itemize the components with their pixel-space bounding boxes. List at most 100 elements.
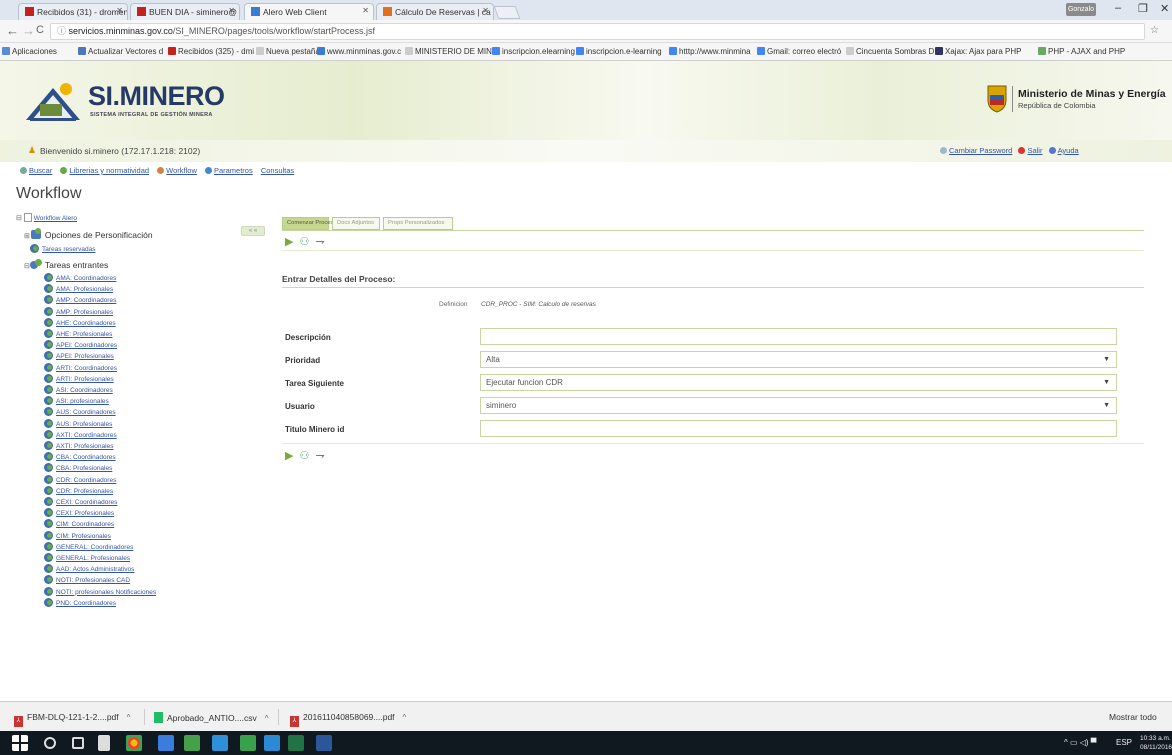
- bookmark-item[interactable]: Cincuenta Sombras D: [846, 47, 934, 56]
- browser-tab-2[interactable]: BUEN DIA - siminero@ ✕: [130, 3, 240, 20]
- task-queue-item[interactable]: GENERAL: Coordinadores: [44, 541, 133, 551]
- task-queue-item[interactable]: AMP: Profesionales: [44, 306, 113, 316]
- task-queue-item[interactable]: ARTI: Profesionales: [44, 373, 114, 383]
- task-queue-item[interactable]: AMP: Coordinadores: [44, 295, 116, 305]
- task-queue-item[interactable]: CBA: Coordinadores: [44, 452, 116, 462]
- start-process-icon[interactable]: ▶: [285, 450, 293, 462]
- app-icon[interactable]: [184, 735, 200, 751]
- bookmark-item[interactable]: Actualizar Vectores d: [78, 47, 163, 56]
- browser-tab-4[interactable]: Cálculo De Reservas | ca ✕: [376, 3, 494, 20]
- task-queue-item[interactable]: AUS: Coordinadores: [44, 407, 116, 417]
- restore-icon[interactable]: ❐: [1138, 2, 1148, 15]
- start-process-icon[interactable]: ▶: [285, 236, 293, 248]
- task-queue-item[interactable]: CEXI: Coordinadores: [44, 497, 117, 506]
- users-icon[interactable]: ⚇: [300, 450, 310, 462]
- filter-icon[interactable]: ⇁: [315, 450, 324, 462]
- download-item[interactable]: ⅄ FBM-DLQ-121-1-2....pdf ^: [14, 712, 130, 727]
- download-item[interactable]: Aprobado_ANTIO....csv ^: [154, 712, 269, 723]
- tray-icons[interactable]: ^ ▭ ◁) ▀: [1064, 738, 1096, 747]
- task-queue-item[interactable]: PND: Coordinadores: [44, 597, 116, 607]
- collapse-panel-button[interactable]: « «: [241, 226, 265, 236]
- tree-options[interactable]: ⊞ Opciones de Personificación: [24, 228, 153, 240]
- tree-reserved[interactable]: Tareas reservadas: [30, 244, 95, 253]
- tab-props-personalizados[interactable]: Props Personalizados: [383, 217, 453, 230]
- task-view-icon[interactable]: [72, 737, 84, 749]
- tab-docs-adjuntos[interactable]: Docs Adjuntos: [332, 217, 380, 230]
- chrome-icon[interactable]: [126, 735, 142, 751]
- bookmark-apps[interactable]: Aplicaciones: [2, 47, 57, 56]
- minimize-icon[interactable]: –: [1115, 2, 1121, 14]
- menu-workflow[interactable]: Workflow: [166, 166, 197, 175]
- menu-parametros[interactable]: Parametros: [214, 166, 253, 175]
- back-icon[interactable]: ←: [6, 23, 19, 38]
- url-field[interactable]: ⓘ servicios.minminas.gov.co/SI_MINERO/pa…: [50, 23, 1145, 40]
- bookmark-item[interactable]: www.minminas.gov.c: [317, 47, 401, 56]
- task-queue-item[interactable]: CDR: Coordinadores: [44, 474, 116, 484]
- tab-comenzar-proceso[interactable]: Comenzar Proceso: [282, 217, 337, 230]
- task-queue-item[interactable]: CDR: Profesionales: [44, 485, 113, 495]
- task-queue-item[interactable]: CEXI: Profesionales: [44, 508, 114, 518]
- profile-badge[interactable]: Gonzalo: [1066, 3, 1096, 16]
- tarea-siguiente-select[interactable]: Ejecutar funcion CDR ▼: [480, 374, 1117, 391]
- task-queue-item[interactable]: APEI: Coordinadores: [44, 340, 117, 350]
- task-queue-item[interactable]: GENERAL: Profesionales: [44, 553, 130, 562]
- bookmark-item[interactable]: MINISTERIO DE MINA: [405, 47, 497, 56]
- logout-link[interactable]: Salir: [1027, 146, 1042, 155]
- bookmark-item[interactable]: htttp://www.minmina: [669, 47, 751, 56]
- task-queue-item[interactable]: AXTI: Profesionales: [44, 441, 113, 450]
- task-queue-item[interactable]: AHE: Profesionales: [44, 329, 112, 338]
- windows-start-icon[interactable]: [12, 735, 28, 751]
- close-window-icon[interactable]: ✕: [1160, 2, 1169, 15]
- chevron-up-icon[interactable]: ^: [403, 713, 407, 722]
- menu-buscar[interactable]: Buscar: [29, 166, 52, 175]
- task-queue-item[interactable]: NOTI: Profesionales CAD: [44, 575, 130, 585]
- prioridad-select[interactable]: Alta ▼: [480, 351, 1117, 368]
- menu-consultas[interactable]: Consultas: [261, 166, 294, 175]
- browser-tab-3[interactable]: Alero Web Client ✕: [244, 3, 374, 20]
- menu-librerias[interactable]: Librerias y normatividad: [69, 166, 149, 175]
- app-icon[interactable]: [240, 735, 256, 751]
- chevron-up-icon[interactable]: ^: [265, 714, 269, 723]
- task-queue-item[interactable]: CIM: Profesionales: [44, 530, 111, 540]
- browser-tab-1[interactable]: Recibidos (31) - dromen ✕: [18, 3, 128, 20]
- task-queue-item[interactable]: AUS: Profesionales: [44, 418, 112, 428]
- bookmark-item[interactable]: Xajax: Ajax para PHP: [935, 47, 1021, 56]
- task-queue-item[interactable]: ARTI: Coordinadores: [44, 362, 117, 372]
- usuario-select[interactable]: siminero ▼: [480, 397, 1117, 414]
- bookmark-item[interactable]: inscripcion.elearning: [492, 47, 575, 56]
- task-queue-item[interactable]: AHE: Coordinadores: [44, 317, 116, 327]
- download-item[interactable]: ⅄ 201611040858069....pdf ^: [290, 712, 406, 727]
- forward-icon[interactable]: →: [22, 23, 35, 38]
- close-icon[interactable]: ✕: [482, 6, 489, 15]
- app-icon[interactable]: [212, 735, 228, 751]
- chevron-up-icon[interactable]: ^: [127, 713, 131, 722]
- task-queue-item[interactable]: ASI: profesionales: [44, 396, 109, 406]
- excel-icon[interactable]: [288, 735, 304, 751]
- close-icon[interactable]: ✕: [228, 6, 235, 15]
- bookmark-item[interactable]: Recibidos (325) - dmi: [168, 47, 254, 56]
- task-queue-item[interactable]: NOTI: profesionales Notificaciones: [44, 586, 156, 596]
- bookmark-star-icon[interactable]: ☆: [1150, 25, 1159, 36]
- bookmark-item[interactable]: Gmail: correo electró: [757, 47, 841, 56]
- bookmark-item[interactable]: PHP - AJAX and PHP: [1038, 47, 1125, 56]
- task-queue-item[interactable]: AMA: Profesionales: [44, 284, 113, 294]
- users-icon[interactable]: ⚇: [300, 236, 310, 248]
- task-queue-item[interactable]: AMA: Coordinadores: [44, 273, 116, 282]
- descripcion-input[interactable]: [480, 328, 1117, 345]
- task-queue-item[interactable]: CIM: Coordinadores: [44, 519, 114, 529]
- app-icon[interactable]: [158, 735, 174, 751]
- clock[interactable]: 10:33 a.m. 08/11/2016: [1140, 734, 1172, 752]
- word-icon[interactable]: [316, 735, 332, 751]
- new-tab-button[interactable]: [493, 6, 521, 19]
- filter-icon[interactable]: ⇁: [315, 236, 324, 248]
- tree-incoming[interactable]: ⊟ Tareas entrantes: [24, 258, 108, 270]
- bookmark-item[interactable]: Nueva pestaña: [256, 47, 320, 56]
- close-icon[interactable]: ✕: [116, 6, 123, 15]
- language-indicator[interactable]: ESP: [1116, 738, 1132, 747]
- store-icon[interactable]: [98, 735, 110, 751]
- tree-root[interactable]: ⊟ Workflow Alero: [16, 213, 77, 222]
- close-icon[interactable]: ✕: [362, 6, 369, 15]
- search-icon[interactable]: [44, 737, 56, 749]
- bookmark-item[interactable]: inscripcion.e-learning: [576, 47, 662, 56]
- task-queue-item[interactable]: AXTI: Coordinadores: [44, 429, 117, 439]
